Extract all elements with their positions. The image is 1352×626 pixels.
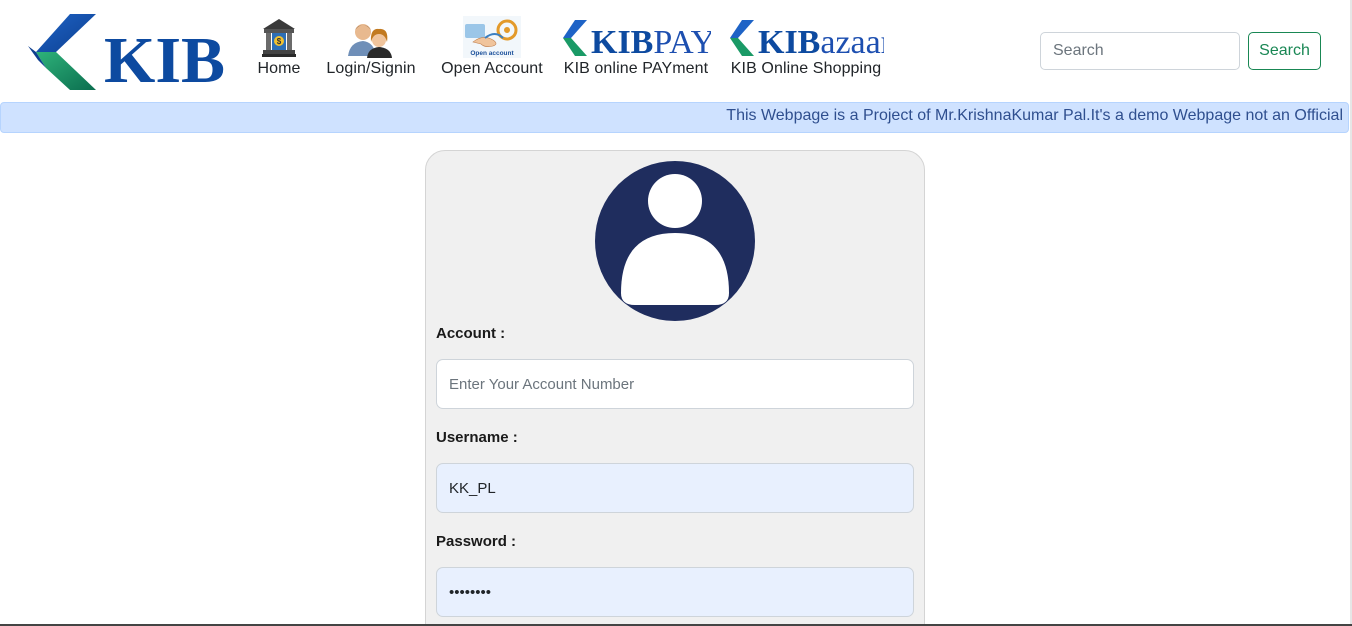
bank-icon: $ bbox=[262, 14, 296, 58]
nav-home-label: Home bbox=[257, 60, 301, 77]
nav-kibpay[interactable]: KIBPAY KIB online PAYment bbox=[556, 14, 716, 78]
users-icon bbox=[346, 14, 396, 58]
search-button[interactable]: Search bbox=[1248, 32, 1321, 70]
account-label: Account : bbox=[436, 325, 506, 342]
search-input[interactable] bbox=[1040, 32, 1240, 70]
navbar: KIB $ Home Login/Signin Open account Ope… bbox=[0, 0, 1352, 100]
svg-text:KIBazaar: KIBazaar bbox=[758, 24, 884, 58]
announcement-banner: This Webpage is a Project of Mr.KrishnaK… bbox=[0, 102, 1349, 133]
search-form: Search bbox=[1040, 32, 1321, 70]
nav-login-signin[interactable]: Login/Signin bbox=[322, 14, 420, 78]
username-label: Username : bbox=[436, 429, 518, 446]
brand-logo[interactable]: KIB bbox=[28, 14, 225, 97]
svg-text:KIB: KIB bbox=[104, 24, 224, 90]
nav-home[interactable]: $ Home bbox=[254, 14, 304, 78]
open-account-icon: Open account bbox=[463, 14, 521, 58]
nav-kibazaar[interactable]: KIBazaar KIB Online Shopping bbox=[720, 14, 892, 78]
account-number-input[interactable] bbox=[436, 359, 914, 409]
kibazaar-logo-icon: KIBazaar bbox=[728, 14, 884, 58]
svg-text:$: $ bbox=[277, 37, 282, 46]
login-card: Account : Username : Password : bbox=[425, 150, 925, 626]
nav-open-account-label: Open Account bbox=[441, 60, 543, 77]
kib-logo-icon: KIB bbox=[28, 14, 225, 97]
password-input[interactable] bbox=[436, 567, 914, 617]
username-input[interactable] bbox=[436, 463, 914, 513]
password-label: Password : bbox=[436, 533, 517, 550]
nav-kibpay-label: KIB online PAYment bbox=[563, 60, 709, 77]
svg-text:KIBPAY: KIBPAY bbox=[591, 24, 711, 58]
kibpay-logo-icon: KIBPAY bbox=[561, 14, 711, 58]
user-avatar-icon bbox=[595, 161, 755, 321]
banner-text: This Webpage is a Project of Mr.KrishnaK… bbox=[726, 107, 1343, 124]
nav-login-label: Login/Signin bbox=[326, 60, 416, 77]
nav-kibazaar-label: KIB Online Shopping bbox=[730, 60, 882, 77]
svg-text:Open account: Open account bbox=[470, 50, 514, 57]
nav-open-account[interactable]: Open account Open Account bbox=[438, 14, 546, 78]
